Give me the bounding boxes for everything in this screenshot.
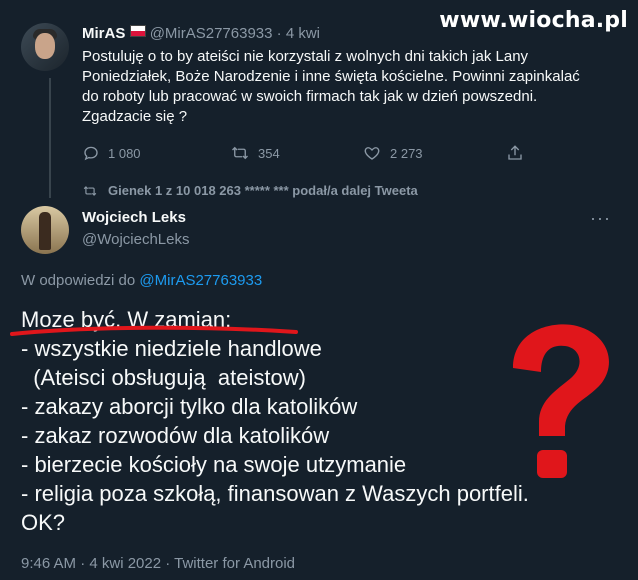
tweet-text-line: Zgadzacie się ? (82, 108, 188, 125)
retweeted-by[interactable]: Gienek 1 z 10 018 263 ***** *** podał/a … (82, 183, 418, 198)
tweet-time[interactable]: · 4 kwi (277, 25, 320, 42)
tweet-text-line: Poniedziałek, Boże Narodzenie i inne świ… (82, 68, 580, 85)
author-name[interactable]: Wojciech Leks (82, 209, 186, 226)
tweet-text: Postuluję o to by ateiści nie korzystali… (82, 47, 622, 127)
author-name[interactable]: MirAS (82, 25, 125, 42)
retweeted-by-text: Gienek 1 z 10 018 263 ***** *** podał/a … (108, 183, 418, 198)
like-count: 2 273 (390, 145, 423, 161)
retweet-button[interactable]: 354 (230, 144, 280, 162)
poland-flag-icon (129, 25, 146, 37)
avatar[interactable] (21, 206, 69, 254)
retweet-icon (82, 184, 98, 198)
red-underline-annotation (10, 325, 298, 336)
avatar[interactable] (21, 23, 69, 71)
heart-icon (362, 144, 382, 162)
more-options-icon[interactable]: ··· (590, 208, 611, 229)
share-icon (506, 144, 524, 162)
like-button[interactable]: 2 273 (362, 144, 423, 162)
retweet-count: 354 (258, 145, 280, 161)
reply-icon (82, 144, 100, 162)
tweet-header: MirAS @MirAS27763933 · 4 kwi (82, 25, 320, 42)
watermark: www.wiocha.pl (439, 8, 628, 33)
share-button[interactable] (506, 144, 524, 162)
reply-count: 1 080 (108, 145, 141, 161)
tweet-text-line: OK? (21, 510, 66, 535)
reply-to: W odpowiedzi do @MirAS27763933 (21, 272, 262, 289)
author-handle[interactable]: @WojciechLeks (82, 231, 190, 248)
reply-button[interactable]: 1 080 (82, 144, 141, 162)
tweet-text-line: do roboty lub pracować w swoich firmach … (82, 88, 538, 105)
tweet-text-line: Postuluję o to by ateiści nie korzystali… (82, 48, 529, 65)
reply-to-handle[interactable]: @MirAS27763933 (139, 272, 262, 289)
tweet-footer: 9:46 AM · 4 kwi 2022 · Twitter for Andro… (21, 555, 296, 572)
question-mark-icon (513, 324, 609, 478)
author-handle[interactable]: @MirAS27763933 (150, 25, 273, 42)
retweet-icon (230, 144, 250, 162)
reply-to-label: W odpowiedzi do (21, 272, 136, 289)
thread-line (49, 78, 51, 198)
